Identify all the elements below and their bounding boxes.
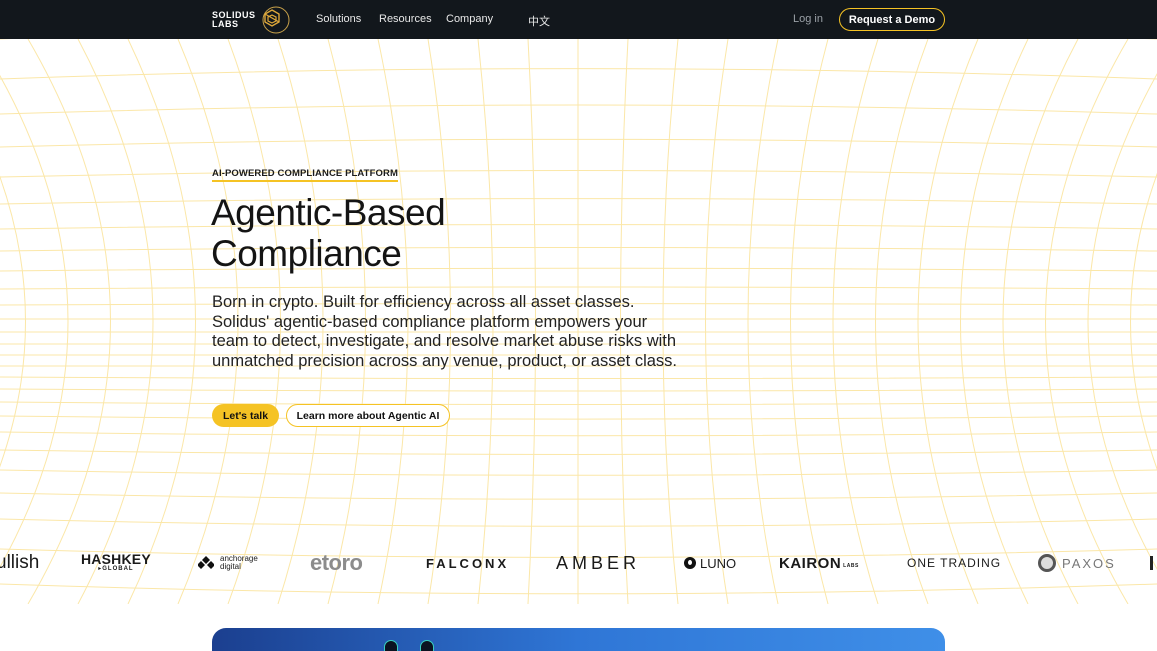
bullish-logo: ullish [0, 552, 40, 573]
amber-logo: AMBER [556, 552, 641, 573]
grid-line [832, 39, 879, 604]
character-figure-right [420, 640, 434, 651]
logo-wordmark: SOLIDUS LABS [212, 11, 256, 29]
luno-mark-icon [684, 557, 696, 569]
learn-more-agentic-ai-button[interactable]: Learn more about Agentic AI [286, 404, 450, 427]
partially-visible-logo [1150, 556, 1157, 570]
nav-resources[interactable]: Resources [379, 13, 432, 25]
etoro-logo: etoro [310, 550, 363, 575]
kairon-labs-logo: KAIRON LABS [779, 545, 859, 581]
luno-logo: LUNO [684, 545, 736, 581]
grid-line [790, 39, 829, 604]
anchorage-digital-logo: anchorage digital [198, 545, 258, 581]
logo-line-2: LABS [212, 19, 239, 29]
grid-line [1045, 39, 1129, 604]
grid-line [1002, 39, 1079, 604]
luno-wordmark: LUNO [700, 555, 737, 571]
grid-line [917, 39, 979, 604]
hero-title-line-2: Compliance [211, 233, 402, 274]
falconx-logo: FALCONX [426, 555, 510, 571]
hero-title-line-1: Agentic-Based [211, 192, 446, 233]
request-demo-button[interactable]: Request a Demo [839, 8, 945, 31]
hero-description: Born in crypto. Built for efficiency acr… [212, 293, 677, 370]
one-trading-logo: ONE TRADING [907, 556, 1002, 570]
top-navigation: SOLIDUS LABS Solutions Resources Company… [0, 0, 1157, 39]
lets-talk-button[interactable]: Let's talk [212, 404, 279, 427]
login-link[interactable]: Log in [793, 13, 823, 25]
kairon-subtitle: LABS [843, 563, 859, 569]
hexagon-logo-icon [262, 6, 290, 34]
paxos-logo: PAXOS [1038, 545, 1116, 581]
partner-logos-strip: ullish HASHKEY ▸GLOBAL anchorage digital… [0, 545, 1157, 581]
hero-title: Agentic-Based Compliance [211, 192, 446, 274]
grid-line [77, 39, 154, 604]
anchorage-mark-icon [198, 556, 214, 569]
hashkey-wordmark: HASHKEY [81, 551, 151, 567]
grid-line [127, 39, 196, 604]
character-figure-left [384, 640, 398, 651]
nav-language-chinese[interactable]: 中文 [528, 13, 550, 29]
grid-line [27, 39, 111, 604]
grid-line [747, 39, 779, 604]
nav-solutions[interactable]: Solutions [316, 13, 361, 25]
hero-eyebrow: AI-POWERED COMPLIANCE PLATFORM [212, 168, 398, 182]
grid-line [960, 39, 1029, 604]
solidus-labs-logo[interactable]: SOLIDUS LABS [212, 5, 290, 35]
grid-line [705, 39, 729, 604]
paxos-mark-icon [1038, 554, 1056, 572]
agentic-video-card[interactable] [212, 628, 945, 651]
hashkey-logo: HASHKEY ▸GLOBAL [81, 545, 151, 581]
kairon-wordmark: KAIRON [779, 554, 842, 572]
hashkey-subtitle: ▸GLOBAL [98, 566, 134, 572]
grid-line [875, 39, 929, 604]
anchorage-word-2: digital [220, 562, 241, 571]
paxos-wordmark: PAXOS [1062, 555, 1116, 571]
nav-company[interactable]: Company [446, 13, 493, 25]
